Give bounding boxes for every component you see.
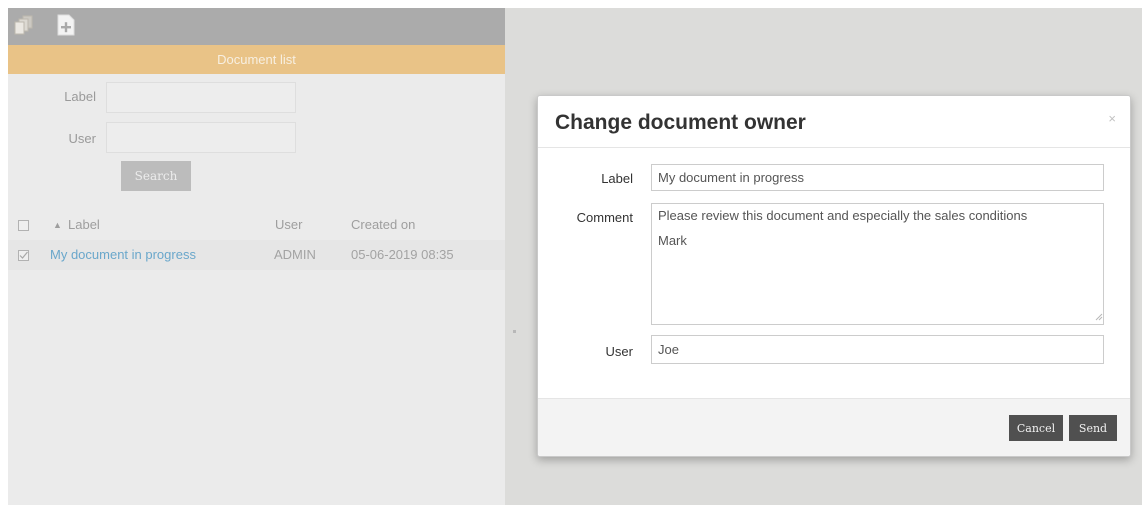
checkmark-icon xyxy=(19,251,28,259)
comment-line-1: Please review this document and especial… xyxy=(658,208,1028,223)
resize-grip-icon[interactable] xyxy=(1095,313,1103,321)
column-header-label[interactable]: Label xyxy=(68,211,100,239)
modal-footer: Cancel Send xyxy=(538,398,1130,456)
search-button[interactable]: Search xyxy=(121,161,191,191)
modal-user-label: User xyxy=(605,344,633,359)
cancel-button[interactable]: Cancel xyxy=(1009,415,1063,441)
close-icon[interactable]: × xyxy=(1108,111,1116,126)
comment-line-2: Mark xyxy=(658,233,687,248)
send-button[interactable]: Send xyxy=(1069,415,1117,441)
add-document-icon[interactable] xyxy=(55,14,77,36)
select-all-checkbox[interactable] xyxy=(18,220,29,231)
sort-ascending-icon: ▲ xyxy=(53,220,62,230)
document-list-panel: Document list Label User Search ▲ Label … xyxy=(8,8,505,505)
row-label-link[interactable]: My document in progress xyxy=(50,240,196,270)
modal-user-input[interactable] xyxy=(651,335,1104,364)
modal-comment-textarea[interactable]: Please review this document and especial… xyxy=(651,203,1104,325)
modal-comment-label: Comment xyxy=(576,210,633,225)
document-list-header: Document list xyxy=(8,45,505,74)
label-filter-input[interactable] xyxy=(106,82,296,113)
row-created-on: 05-06-2019 08:35 xyxy=(351,247,454,262)
user-filter-label: User xyxy=(68,131,96,146)
modal-header: Change document owner × xyxy=(538,96,1130,148)
user-filter-input[interactable] xyxy=(106,122,296,153)
modal-title: Change document owner xyxy=(555,111,806,134)
documents-icon[interactable] xyxy=(14,14,36,36)
table-row[interactable]: My document in progress ADMIN 05-06-2019… xyxy=(8,240,505,270)
change-owner-modal: Change document owner × Label Comment Pl… xyxy=(537,95,1131,457)
column-header-user[interactable]: User xyxy=(275,211,302,239)
splitter-handle[interactable] xyxy=(513,330,516,333)
modal-label-input[interactable] xyxy=(651,164,1104,191)
row-checkbox[interactable] xyxy=(18,250,29,261)
column-header-created-on[interactable]: Created on xyxy=(351,211,415,239)
toolbar xyxy=(8,8,505,45)
label-filter-label: Label xyxy=(64,89,96,104)
row-user: ADMIN xyxy=(274,247,316,262)
modal-label-label: Label xyxy=(601,171,633,186)
